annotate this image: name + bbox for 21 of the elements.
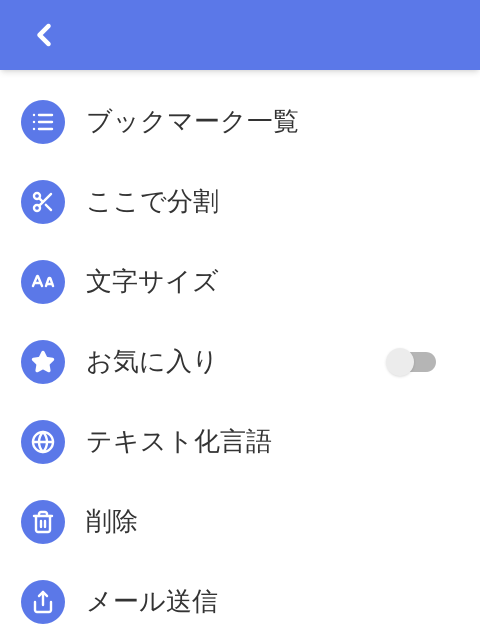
menu-item[interactable]: ここで分割	[0, 162, 480, 242]
list-badge-icon	[21, 100, 65, 144]
menu-label: テキスト化言語	[86, 426, 273, 458]
menu-item[interactable]: テキスト化言語	[0, 402, 480, 482]
menu-item[interactable]: ブックマーク一覧	[0, 82, 480, 162]
menu-label: ここで分割	[86, 186, 220, 218]
menu-label: ブックマーク一覧	[86, 106, 300, 138]
menu-label: 削除	[86, 506, 139, 538]
globe-badge-icon	[21, 420, 65, 464]
share-badge-icon	[21, 580, 65, 624]
scissors-badge-icon	[21, 180, 65, 224]
menu-label: メール送信	[86, 586, 219, 618]
menu-label: 文字サイズ	[86, 266, 220, 298]
trash-badge-icon	[21, 500, 65, 544]
font-size-badge-icon	[21, 260, 65, 304]
menu-item[interactable]: 文字サイズ	[0, 242, 480, 322]
menu-label: お気に入り	[86, 346, 220, 378]
star-badge-icon	[21, 340, 65, 384]
menu-item[interactable]: お気に入り	[0, 322, 480, 402]
menu-item[interactable]: 削除	[0, 482, 480, 562]
menu-item[interactable]: メール送信	[0, 562, 480, 640]
